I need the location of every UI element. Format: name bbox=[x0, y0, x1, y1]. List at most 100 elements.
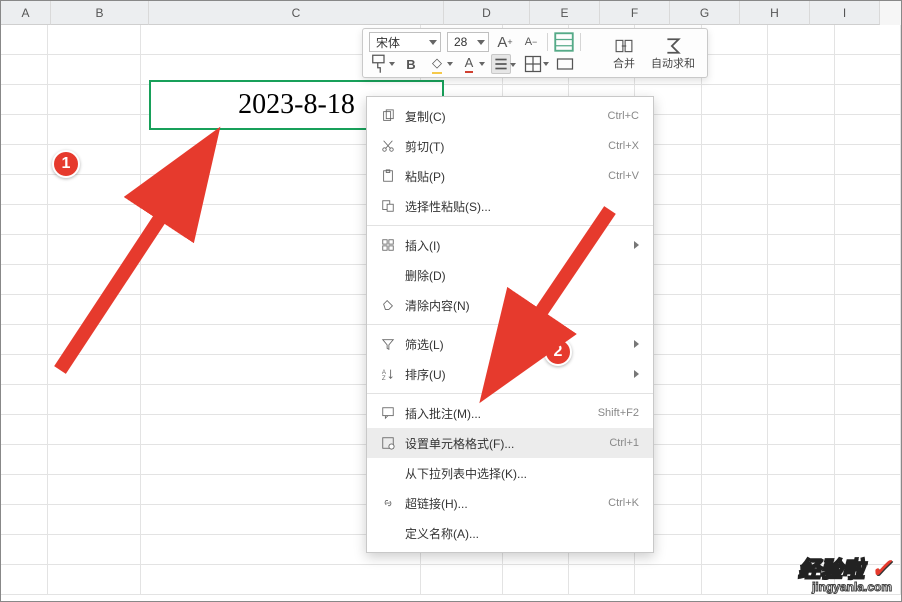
cell[interactable] bbox=[702, 85, 768, 115]
cell[interactable] bbox=[141, 565, 421, 595]
cell[interactable] bbox=[48, 175, 141, 205]
cell[interactable] bbox=[768, 265, 834, 295]
cell[interactable] bbox=[702, 325, 768, 355]
cell[interactable] bbox=[48, 445, 141, 475]
cell[interactable] bbox=[48, 505, 141, 535]
cell[interactable] bbox=[48, 565, 141, 595]
cell[interactable] bbox=[835, 355, 901, 385]
menu-item[interactable]: 插入批注(M)...Shift+F2 bbox=[367, 398, 653, 428]
cell[interactable] bbox=[835, 55, 901, 85]
column-header[interactable]: E bbox=[530, 1, 600, 25]
cell[interactable] bbox=[1, 475, 48, 505]
cell[interactable] bbox=[702, 55, 768, 85]
autosum-button[interactable]: 自动求和 bbox=[645, 31, 701, 77]
cell[interactable] bbox=[48, 325, 141, 355]
cell[interactable] bbox=[635, 565, 701, 595]
cell[interactable] bbox=[768, 25, 834, 55]
column-header[interactable]: D bbox=[444, 1, 530, 25]
cell[interactable] bbox=[421, 565, 503, 595]
cell[interactable] bbox=[1, 565, 48, 595]
cell[interactable] bbox=[702, 235, 768, 265]
menu-item[interactable]: 超链接(H)...Ctrl+K bbox=[367, 488, 653, 518]
cell[interactable] bbox=[48, 85, 141, 115]
menu-item[interactable]: 从下拉列表中选择(K)... bbox=[367, 458, 653, 488]
column-header[interactable]: I bbox=[810, 1, 880, 25]
cell[interactable] bbox=[835, 175, 901, 205]
column-header[interactable]: B bbox=[51, 1, 149, 25]
cell[interactable] bbox=[702, 265, 768, 295]
cell[interactable] bbox=[702, 385, 768, 415]
cell[interactable] bbox=[48, 385, 141, 415]
decrease-font-icon[interactable]: A− bbox=[521, 32, 541, 52]
cell[interactable] bbox=[1, 235, 48, 265]
cell[interactable] bbox=[702, 415, 768, 445]
cell[interactable] bbox=[702, 295, 768, 325]
menu-item[interactable]: 选择性粘贴(S)... bbox=[367, 191, 653, 221]
menu-item[interactable]: 设置单元格格式(F)...Ctrl+1 bbox=[367, 428, 653, 458]
cell[interactable] bbox=[835, 265, 901, 295]
cell[interactable] bbox=[702, 115, 768, 145]
cell[interactable] bbox=[835, 325, 901, 355]
cell[interactable] bbox=[835, 505, 901, 535]
cell[interactable] bbox=[48, 235, 141, 265]
cell[interactable] bbox=[768, 445, 834, 475]
cell[interactable] bbox=[1, 295, 48, 325]
cell[interactable] bbox=[835, 115, 901, 145]
menu-item[interactable]: AZ排序(U) bbox=[367, 359, 653, 389]
cell[interactable] bbox=[768, 325, 834, 355]
cell[interactable] bbox=[48, 535, 141, 565]
cell[interactable] bbox=[1, 85, 48, 115]
cell[interactable] bbox=[1, 265, 48, 295]
border-icon[interactable] bbox=[523, 54, 543, 74]
column-header[interactable]: F bbox=[600, 1, 670, 25]
fill-color-icon[interactable]: ◇ bbox=[427, 54, 447, 74]
cell[interactable] bbox=[768, 55, 834, 85]
table-style-icon[interactable] bbox=[554, 32, 574, 52]
merge-button[interactable]: 合并 bbox=[607, 31, 641, 77]
column-header[interactable]: G bbox=[670, 1, 740, 25]
cell[interactable] bbox=[768, 415, 834, 445]
cell[interactable] bbox=[702, 205, 768, 235]
cell[interactable] bbox=[835, 445, 901, 475]
cell[interactable] bbox=[835, 295, 901, 325]
cell[interactable] bbox=[768, 385, 834, 415]
cell[interactable] bbox=[702, 175, 768, 205]
cell[interactable] bbox=[48, 115, 141, 145]
cell[interactable] bbox=[768, 295, 834, 325]
cell[interactable] bbox=[48, 475, 141, 505]
cell[interactable] bbox=[1, 505, 48, 535]
bold-icon[interactable]: B bbox=[401, 54, 421, 74]
cell[interactable] bbox=[768, 235, 834, 265]
cell[interactable] bbox=[835, 145, 901, 175]
column-header[interactable]: H bbox=[740, 1, 810, 25]
cell[interactable] bbox=[768, 205, 834, 235]
cell[interactable] bbox=[768, 115, 834, 145]
cell[interactable] bbox=[48, 355, 141, 385]
format-painter-icon[interactable] bbox=[369, 54, 389, 74]
font-size-combo[interactable]: 28 bbox=[447, 32, 489, 52]
cell[interactable] bbox=[569, 565, 635, 595]
cell[interactable] bbox=[835, 415, 901, 445]
cell[interactable] bbox=[1, 535, 48, 565]
cell[interactable] bbox=[768, 505, 834, 535]
cell[interactable] bbox=[835, 385, 901, 415]
cell[interactable] bbox=[1, 415, 48, 445]
menu-item[interactable]: 插入(I) bbox=[367, 230, 653, 260]
cell[interactable] bbox=[1, 385, 48, 415]
cell[interactable] bbox=[768, 355, 834, 385]
cell[interactable] bbox=[702, 145, 768, 175]
cell-format-icon[interactable] bbox=[555, 54, 575, 74]
font-name-combo[interactable]: 宋体 bbox=[369, 32, 441, 52]
cell[interactable] bbox=[1, 25, 48, 55]
cell[interactable] bbox=[1, 115, 48, 145]
menu-item[interactable]: 定义名称(A)... bbox=[367, 518, 653, 548]
cell[interactable] bbox=[702, 445, 768, 475]
cell[interactable] bbox=[503, 565, 569, 595]
cell[interactable] bbox=[702, 505, 768, 535]
cell[interactable] bbox=[48, 205, 141, 235]
cell[interactable] bbox=[768, 85, 834, 115]
cell[interactable] bbox=[1, 175, 48, 205]
cell[interactable] bbox=[835, 475, 901, 505]
cell[interactable] bbox=[702, 565, 768, 595]
cell[interactable] bbox=[702, 355, 768, 385]
